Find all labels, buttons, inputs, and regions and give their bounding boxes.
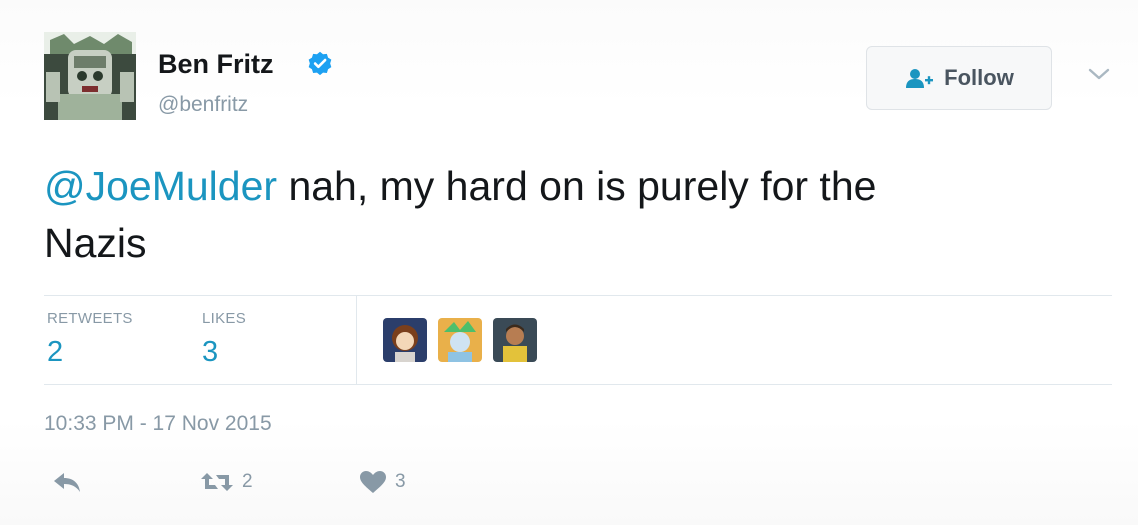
stats-divider-bottom — [44, 384, 1112, 385]
retweet-button[interactable]: 2 — [200, 470, 253, 494]
chevron-down-icon[interactable] — [1087, 66, 1111, 82]
likes-count[interactable]: 3 — [202, 336, 218, 369]
avatar-image — [44, 32, 136, 120]
liker-avatar[interactable] — [383, 318, 427, 362]
add-user-icon — [906, 69, 934, 88]
like-action-count: 3 — [395, 471, 406, 492]
verified-badge-icon — [308, 51, 332, 76]
follow-button[interactable]: Follow — [866, 46, 1052, 110]
tweet-text-line1: nah, my hard on is purely for the — [277, 163, 877, 209]
tweet-text: @JoeMulder nah, my hard on is purely for… — [44, 158, 1104, 272]
stats-separator — [356, 296, 357, 384]
user-handle[interactable]: @benfritz — [158, 93, 248, 117]
stats-divider-top — [44, 295, 1112, 296]
avatar[interactable] — [44, 32, 136, 120]
retweet-icon — [201, 473, 233, 491]
liker-avatar[interactable] — [438, 318, 482, 362]
tweet-text-line2: Nazis — [44, 220, 147, 266]
liker-avatar[interactable] — [493, 318, 537, 362]
mention-link[interactable]: @JoeMulder — [44, 163, 277, 209]
follow-label: Follow — [944, 65, 1014, 90]
likes-label[interactable]: LIKES — [202, 310, 246, 327]
retweet-action-count: 2 — [242, 471, 253, 492]
like-button[interactable]: 3 — [359, 470, 406, 494]
reply-icon — [54, 473, 80, 492]
retweets-count[interactable]: 2 — [47, 336, 63, 369]
heart-icon — [360, 471, 386, 493]
reply-button[interactable] — [52, 470, 82, 494]
retweets-label[interactable]: RETWEETS — [47, 310, 133, 327]
tweet-timestamp[interactable]: 10:33 PM - 17 Nov 2015 — [44, 412, 272, 436]
tweet-card: Ben Fritz @benfritz Follow @JoeMulder na… — [0, 0, 1138, 525]
display-name[interactable]: Ben Fritz — [158, 49, 274, 80]
